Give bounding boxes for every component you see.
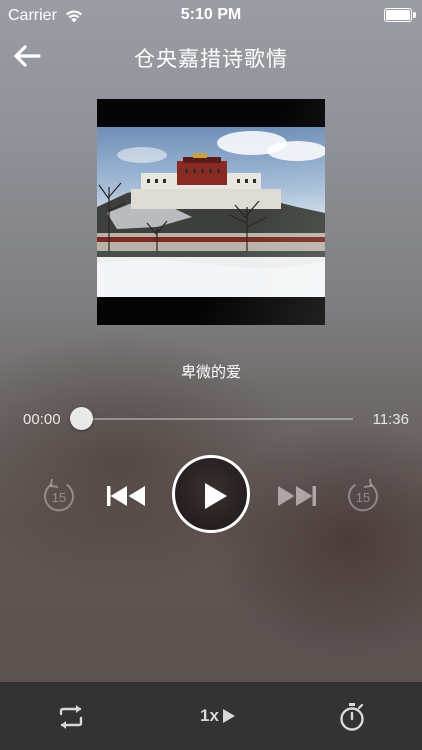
battery-icon <box>384 8 416 22</box>
skip-back-label: 15 <box>52 490 66 505</box>
speed-label: 1x <box>200 706 219 725</box>
skip-forward-15-icon[interactable]: 15 <box>345 477 381 515</box>
skip-back-15-icon[interactable]: 15 <box>41 477 77 515</box>
skip-forward-label: 15 <box>356 490 370 505</box>
play-speed-button[interactable]: 1x <box>200 706 237 726</box>
previous-track-icon[interactable] <box>105 484 147 508</box>
progress-track[interactable] <box>80 418 353 420</box>
album-artwork <box>97 99 325 325</box>
total-time: 11:36 <box>372 411 409 428</box>
status-bar: Carrier 5:10 PM <box>0 0 422 30</box>
next-track-icon[interactable] <box>276 484 318 508</box>
progress-thumb[interactable] <box>70 407 93 430</box>
repeat-icon[interactable] <box>56 704 86 730</box>
timer-icon[interactable] <box>339 702 365 732</box>
status-time: 5:10 PM <box>180 6 242 23</box>
play-icon <box>205 483 227 509</box>
play-speed-icon <box>222 709 235 723</box>
bottom-toolbar: 1x <box>0 682 422 750</box>
play-button[interactable] <box>172 455 250 533</box>
nav-bar: 仓央嘉措诗歌情 <box>0 34 422 78</box>
player-screen: Carrier 5:10 PM 仓央嘉措诗歌情 卑微的爱 00:00 11:36… <box>0 0 422 750</box>
song-title: 卑微的爱 <box>180 364 241 381</box>
current-time: 00:00 <box>23 411 61 428</box>
page-title: 仓央嘉措诗歌情 <box>134 48 288 71</box>
